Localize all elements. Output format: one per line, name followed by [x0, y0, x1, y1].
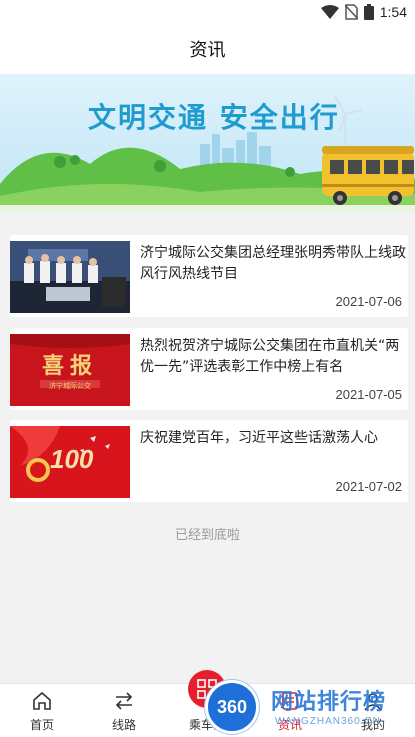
wifi-icon — [320, 5, 339, 19]
banner-headline: 文明交通 安全出行 — [88, 101, 340, 134]
status-bar: 1:54 — [0, 0, 415, 24]
news-date: 2021-07-06 — [335, 294, 403, 309]
news-title: 济宁城际公交集团总经理张明秀带队上线政风行风热线节目 — [140, 245, 406, 282]
battery-icon — [363, 4, 374, 20]
page-title: 资讯 — [189, 40, 226, 61]
nav-label: 首页 — [29, 718, 54, 732]
watermark: 360 网站排行榜 WANGZHAN360.CN — [205, 678, 415, 737]
status-time: 1:54 — [379, 4, 407, 20]
news-title: 庆祝建党百年，习近平这些话激荡人心 — [140, 430, 378, 446]
news-thumbnail — [10, 241, 130, 313]
banner[interactable]: 文明交通 安全出行 — [0, 74, 415, 212]
home-icon — [33, 691, 51, 710]
thumbnail-subtitle: 济宁城际公交 — [49, 382, 91, 390]
banner-illustration — [0, 95, 415, 212]
news-date: 2021-07-05 — [335, 387, 403, 402]
news-item[interactable]: 100 庆祝建党百年，习近平这些话激荡人心 2021-07-02 — [10, 420, 408, 502]
thumbnail-title: 喜报 — [41, 354, 98, 379]
nav-home[interactable]: 首页 — [2, 684, 82, 737]
route-arrows-icon — [115, 692, 133, 710]
nav-label: 线路 — [111, 718, 136, 732]
status-icons: 1:54 — [320, 2, 407, 22]
watermark-logo: 360 — [205, 680, 259, 734]
nav-routes[interactable]: 线路 — [84, 684, 164, 737]
list-end-text: 已经到底啦 — [174, 528, 240, 543]
no-sim-icon — [344, 4, 358, 20]
watermark-title: 网站排行榜 — [271, 690, 387, 715]
news-title: 热烈祝贺济宁城际公交集团在市直机关“两优一先”评选表彰工作中榜上有名 — [140, 338, 400, 375]
news-date: 2021-07-02 — [335, 479, 403, 494]
watermark-subtitle: WANGZHAN360.CN — [275, 716, 381, 727]
news-thumbnail: 100 — [10, 426, 130, 498]
app-header: 资讯 — [0, 24, 415, 74]
news-thumbnail: 喜报 济宁城际公交 — [10, 334, 130, 406]
news-item[interactable]: 济宁城际公交集团总经理张明秀带队上线政风行风热线节目 2021-07-06 — [10, 235, 408, 317]
anniversary-number: 100 — [50, 444, 94, 474]
news-item[interactable]: 喜报 济宁城际公交 热烈祝贺济宁城际公交集团在市直机关“两优一先”评选表彰工作中… — [10, 328, 408, 410]
